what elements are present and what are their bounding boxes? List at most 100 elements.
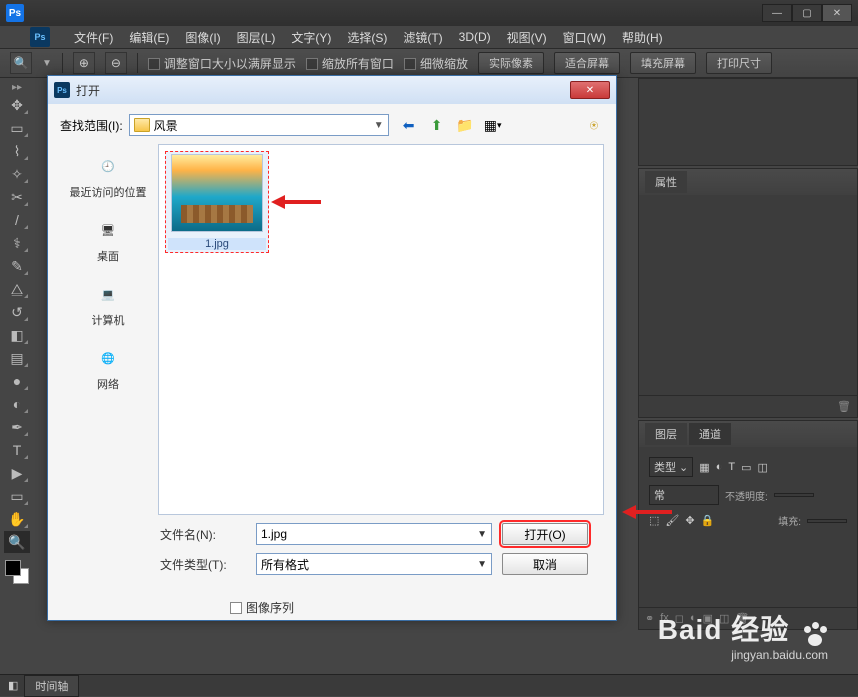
status-icon[interactable]: ◧ bbox=[8, 679, 18, 692]
new-folder-icon[interactable]: 📁 bbox=[455, 115, 475, 135]
file-thumbnail bbox=[171, 154, 263, 232]
print-size-button[interactable]: 打印尺寸 bbox=[706, 52, 772, 74]
tab-layers[interactable]: 图层 bbox=[645, 423, 687, 445]
filename-input[interactable]: 1.jpg ▼ bbox=[256, 523, 492, 545]
panel-body bbox=[639, 79, 857, 139]
blend-row: 常 不透明度: bbox=[645, 481, 851, 509]
favorite-icon[interactable]: ⍟ bbox=[584, 115, 604, 135]
filter-pixel-icon[interactable]: ▦ bbox=[699, 461, 709, 474]
open-button[interactable]: 打开(O) bbox=[502, 523, 588, 545]
look-in-dropdown[interactable]: 风景 ▼ bbox=[129, 114, 389, 136]
crop-tool[interactable]: ✂ bbox=[4, 186, 30, 208]
view-menu-icon[interactable]: ▦▾ bbox=[483, 115, 503, 135]
zoom-in-icon[interactable]: ⊕ bbox=[73, 52, 95, 74]
panel-body: 类型 ⌄ ▦ ◐ T ▭ ◫ 常 不透明度: ⬚ 🖌 ✥ 🔒 填充: bbox=[639, 447, 857, 607]
place-desktop[interactable]: 🖥 桌面 bbox=[60, 210, 156, 274]
filter-adjust-icon[interactable]: ◐ bbox=[716, 461, 723, 473]
up-icon[interactable]: ⬆ bbox=[427, 115, 447, 135]
paw-icon bbox=[802, 622, 828, 648]
menu-image[interactable]: 图像(I) bbox=[185, 29, 220, 46]
blur-tool[interactable]: ● bbox=[4, 370, 30, 392]
stamp-tool[interactable]: ⧋ bbox=[4, 278, 30, 300]
zoom-tool[interactable]: 🔍 bbox=[4, 531, 30, 553]
magic-wand-tool[interactable]: ✧ bbox=[4, 163, 30, 185]
pen-tool[interactable]: ✒ bbox=[4, 416, 30, 438]
panel-footer: 🗑 bbox=[639, 395, 857, 417]
file-item-selected[interactable]: 1.jpg bbox=[165, 151, 269, 253]
watermark-url: jingyan.baidu.com bbox=[658, 648, 828, 662]
file-list[interactable]: 1.jpg bbox=[158, 144, 604, 515]
place-computer[interactable]: 💻 计算机 bbox=[60, 274, 156, 338]
minimize-button[interactable]: — bbox=[762, 4, 792, 22]
lock-all-icon[interactable]: 🔒 bbox=[701, 514, 715, 527]
gradient-tool[interactable]: ▤ bbox=[4, 347, 30, 369]
dodge-tool[interactable]: ◐ bbox=[4, 393, 30, 415]
place-recent[interactable]: 🕘 最近访问的位置 bbox=[60, 146, 156, 210]
dropdown-arrow-icon: ▼ bbox=[477, 529, 487, 540]
filter-smart-icon[interactable]: ◫ bbox=[757, 461, 767, 474]
actual-pixels-button[interactable]: 实际像素 bbox=[478, 52, 544, 74]
ps-small-icon: Ps bbox=[54, 82, 70, 98]
cancel-button[interactable]: 取消 bbox=[502, 553, 588, 575]
open-dialog: Ps 打开 ✕ 查找范围(I): 风景 ▼ ⬅ ⬆ 📁 ▦▾ ⍟ 🕘 最 bbox=[47, 75, 617, 621]
opt-fit-window[interactable]: 调整窗口大小以满屏显示 bbox=[148, 55, 296, 72]
shape-tool[interactable]: ▭ bbox=[4, 485, 30, 507]
zoom-tool-preset-icon[interactable]: 🔍 bbox=[10, 52, 32, 74]
type-tool[interactable]: T bbox=[4, 439, 30, 461]
marquee-tool[interactable]: ▭ bbox=[4, 117, 30, 139]
browse-area: 🕘 最近访问的位置 🖥 桌面 💻 计算机 🌐 网络 bbox=[60, 144, 604, 515]
image-sequence-row[interactable]: 图像序列 bbox=[60, 599, 604, 616]
zoom-out-icon[interactable]: ⊖ bbox=[105, 52, 127, 74]
menu-file[interactable]: 文件(F) bbox=[74, 29, 113, 46]
close-button[interactable]: ✕ bbox=[822, 4, 852, 22]
tab-properties[interactable]: 属性 bbox=[645, 171, 687, 193]
menu-3d[interactable]: 3D(D) bbox=[459, 30, 491, 44]
computer-icon: 💻 bbox=[88, 278, 128, 310]
filter-shape-icon[interactable]: ▭ bbox=[741, 461, 751, 474]
menu-text[interactable]: 文字(Y) bbox=[291, 29, 331, 46]
maximize-button[interactable]: ▢ bbox=[792, 4, 822, 22]
opacity-input[interactable] bbox=[774, 493, 814, 497]
eraser-tool[interactable]: ◧ bbox=[4, 324, 30, 346]
fill-screen-button[interactable]: 填充屏幕 bbox=[630, 52, 696, 74]
menu-edit[interactable]: 编辑(E) bbox=[129, 29, 169, 46]
link-layers-icon[interactable]: ⚭ bbox=[645, 612, 654, 625]
color-swatches[interactable] bbox=[5, 560, 29, 584]
fill-input[interactable] bbox=[807, 519, 847, 523]
healing-tool[interactable]: ⚕ bbox=[4, 232, 30, 254]
menu-view[interactable]: 视图(V) bbox=[507, 29, 547, 46]
filter-type-icon[interactable]: T bbox=[728, 461, 735, 473]
lasso-tool[interactable]: ⌇ bbox=[4, 140, 30, 162]
ps-logo-icon: Ps bbox=[6, 4, 24, 22]
lock-position-icon[interactable]: ✥ bbox=[685, 514, 694, 527]
checkbox-icon bbox=[404, 58, 416, 70]
eyedropper-tool[interactable]: / bbox=[4, 209, 30, 231]
path-select-tool[interactable]: ▶ bbox=[4, 462, 30, 484]
opt-scrubby[interactable]: 细微缩放 bbox=[404, 55, 468, 72]
brush-tool[interactable]: ✎ bbox=[4, 255, 30, 277]
menu-filter[interactable]: 滤镜(T) bbox=[403, 29, 442, 46]
filename-label: 文件名(N): bbox=[160, 526, 246, 543]
trash-icon[interactable]: 🗑 bbox=[837, 400, 851, 413]
menu-help[interactable]: 帮助(H) bbox=[622, 29, 663, 46]
menu-layer[interactable]: 图层(L) bbox=[237, 29, 276, 46]
dialog-close-button[interactable]: ✕ bbox=[570, 81, 610, 99]
filetype-dropdown[interactable]: 所有格式 ▼ bbox=[256, 553, 492, 575]
opt-zoom-all[interactable]: 缩放所有窗口 bbox=[306, 55, 394, 72]
timeline-tab[interactable]: 时间轴 bbox=[24, 675, 79, 697]
history-brush-tool[interactable]: ↺ bbox=[4, 301, 30, 323]
fit-screen-button[interactable]: 适合屏幕 bbox=[554, 52, 620, 74]
menu-window[interactable]: 窗口(W) bbox=[563, 29, 606, 46]
move-tool[interactable]: ✥ bbox=[4, 94, 30, 116]
blend-mode-dropdown[interactable]: 常 bbox=[649, 485, 719, 505]
hand-tool[interactable]: ✋ bbox=[4, 508, 30, 530]
tab-channels[interactable]: 通道 bbox=[689, 423, 731, 445]
panel-tabs: 图层 通道 bbox=[639, 421, 857, 447]
panel-body bbox=[639, 195, 857, 395]
back-icon[interactable]: ⬅ bbox=[399, 115, 419, 135]
kind-filter-dropdown[interactable]: 类型 ⌄ bbox=[649, 457, 693, 477]
panel-group-top bbox=[638, 78, 858, 166]
place-network[interactable]: 🌐 网络 bbox=[60, 338, 156, 402]
dialog-title-bar[interactable]: Ps 打开 ✕ bbox=[48, 76, 616, 104]
menu-select[interactable]: 选择(S) bbox=[347, 29, 387, 46]
